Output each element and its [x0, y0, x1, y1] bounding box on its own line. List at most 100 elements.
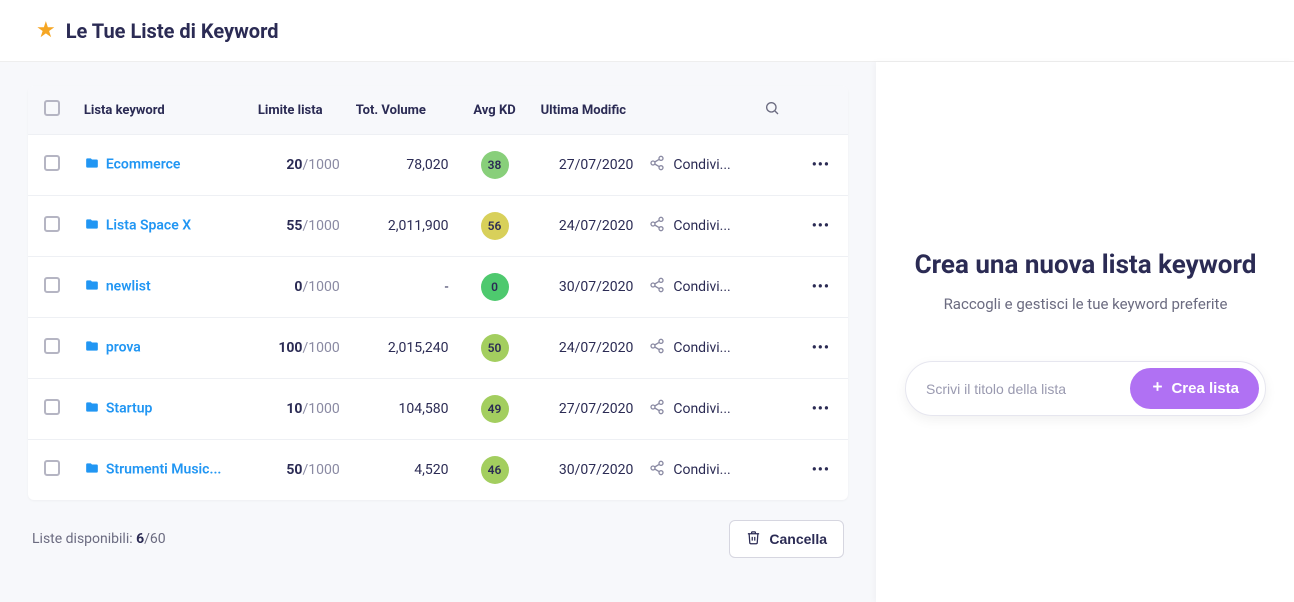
star-icon: ★ — [36, 18, 56, 43]
modified-date: 30/07/2020 — [533, 440, 642, 501]
search-icon[interactable] — [764, 105, 780, 120]
kd-badge: 56 — [481, 212, 509, 240]
modified-date: 24/07/2020 — [533, 196, 642, 257]
share-button[interactable]: Condivi... — [649, 338, 742, 358]
volume-cell: - — [348, 257, 457, 318]
modified-date: 24/07/2020 — [533, 318, 642, 379]
limit-used: 20 — [286, 157, 302, 173]
kd-badge: 50 — [481, 334, 509, 362]
share-label: Condivi... — [673, 401, 730, 417]
col-header-name[interactable]: Lista keyword — [76, 86, 250, 135]
create-list-input-row: Crea lista — [905, 361, 1266, 416]
more-actions-icon[interactable]: ••• — [812, 462, 830, 478]
row-checkbox[interactable] — [44, 216, 60, 232]
create-list-button-label: Crea lista — [1171, 380, 1239, 397]
more-actions-icon[interactable]: ••• — [812, 340, 830, 356]
volume-cell: 2,011,900 — [348, 196, 457, 257]
volume-cell: 2,015,240 — [348, 318, 457, 379]
row-checkbox[interactable] — [44, 338, 60, 354]
folder-icon — [84, 156, 100, 174]
more-actions-icon[interactable]: ••• — [812, 401, 830, 417]
share-button[interactable]: Condivi... — [649, 277, 742, 297]
modified-date: 27/07/2020 — [533, 379, 642, 440]
list-name-link[interactable]: newlist — [106, 279, 151, 295]
list-name-link[interactable]: Ecommerce — [106, 157, 181, 173]
share-icon — [649, 216, 665, 236]
available-lists-text: Liste disponibili: 6/60 — [32, 531, 166, 547]
volume-cell: 78,020 — [348, 135, 457, 196]
list-name-link[interactable]: Lista Space X — [106, 218, 191, 234]
share-button[interactable]: Condivi... — [649, 460, 742, 480]
table-footer: Liste disponibili: 6/60 Cancella — [28, 500, 848, 558]
create-panel-title: Crea una nuova lista keyword — [915, 248, 1257, 283]
cancel-button[interactable]: Cancella — [729, 520, 844, 558]
page-header: ★ Le Tue Liste di Keyword — [0, 0, 1294, 62]
kd-badge: 46 — [481, 456, 509, 484]
table-row: Lista Space X 55/1000 2,011,900 56 24/07/202… — [28, 196, 848, 257]
folder-icon — [84, 278, 100, 296]
list-title-input[interactable] — [926, 381, 1130, 397]
available-total: /60 — [144, 531, 166, 547]
list-name-link[interactable]: prova — [106, 340, 141, 356]
cancel-button-label: Cancella — [769, 531, 827, 547]
limit-used: 10 — [286, 401, 302, 417]
share-icon — [649, 460, 665, 480]
limit-used: 55 — [286, 218, 302, 234]
col-header-volume[interactable]: Tot. Volume — [348, 86, 457, 135]
keyword-lists-table: Lista keyword Limite lista Tot. Volume A… — [28, 86, 848, 500]
col-header-limit[interactable]: Limite lista — [250, 86, 348, 135]
col-header-kd[interactable]: Avg KD — [456, 86, 532, 135]
modified-date: 30/07/2020 — [533, 257, 642, 318]
limit-total: /1000 — [302, 157, 339, 173]
limit-total: /1000 — [302, 218, 339, 234]
limit-total: /1000 — [302, 401, 339, 417]
folder-icon — [84, 461, 100, 479]
trash-icon — [746, 530, 761, 548]
share-button[interactable]: Condivi... — [649, 216, 742, 236]
table-scroll[interactable]: Lista keyword Limite lista Tot. Volume A… — [28, 86, 848, 500]
table-row: newlist0/1000-030/07/2020Condivi...••• — [28, 257, 848, 318]
kd-badge: 49 — [481, 395, 509, 423]
limit-total: /1000 — [302, 340, 339, 356]
share-icon — [649, 277, 665, 297]
limit-used: 100 — [278, 340, 302, 356]
share-label: Condivi... — [673, 340, 730, 356]
select-all-checkbox[interactable] — [44, 100, 60, 116]
table-row: Ecommerce 20/1000 78,020 38 27/07/2020 Condiv… — [28, 135, 848, 196]
row-checkbox[interactable] — [44, 277, 60, 293]
list-name-link[interactable]: Startup — [106, 401, 153, 417]
main-panel: Lista keyword Limite lista Tot. Volume A… — [0, 62, 848, 602]
folder-icon — [84, 339, 100, 357]
create-list-button[interactable]: Crea lista — [1130, 368, 1259, 409]
row-checkbox[interactable] — [44, 399, 60, 415]
row-checkbox[interactable] — [44, 155, 60, 171]
plus-icon — [1150, 379, 1165, 398]
share-icon — [649, 338, 665, 358]
create-panel-subtitle: Raccogli e gestisci le tue keyword prefe… — [944, 295, 1228, 313]
list-name-link[interactable]: Strumenti Music... — [106, 462, 222, 478]
table-row: Strumenti Music...50/10004,5204630/07/20… — [28, 440, 848, 501]
volume-cell: 104,580 — [348, 379, 457, 440]
table-row: Startup 10/1000 104,580 49 27/07/2020 Condivi… — [28, 379, 848, 440]
page-title: Le Tue Liste di Keyword — [66, 19, 279, 43]
share-button[interactable]: Condivi... — [649, 399, 742, 419]
modified-date: 27/07/2020 — [533, 135, 642, 196]
more-actions-icon[interactable]: ••• — [812, 279, 830, 295]
share-icon — [649, 155, 665, 175]
limit-total: /1000 — [302, 279, 339, 295]
row-checkbox[interactable] — [44, 460, 60, 476]
share-label: Condivi... — [673, 157, 730, 173]
volume-cell: 4,520 — [348, 440, 457, 501]
share-button[interactable]: Condivi... — [649, 155, 742, 175]
more-actions-icon[interactable]: ••• — [812, 157, 830, 173]
kd-badge: 38 — [481, 151, 509, 179]
available-label: Liste disponibili: — [32, 531, 136, 547]
create-list-panel: Crea una nuova lista keyword Raccogli e … — [876, 62, 1294, 602]
col-header-modified[interactable]: Ultima Modific — [533, 86, 642, 135]
kd-badge: 0 — [481, 273, 509, 301]
available-count: 6 — [136, 531, 144, 547]
limit-total: /1000 — [302, 462, 339, 478]
more-actions-icon[interactable]: ••• — [812, 218, 830, 234]
share-icon — [649, 399, 665, 419]
folder-icon — [84, 217, 100, 235]
